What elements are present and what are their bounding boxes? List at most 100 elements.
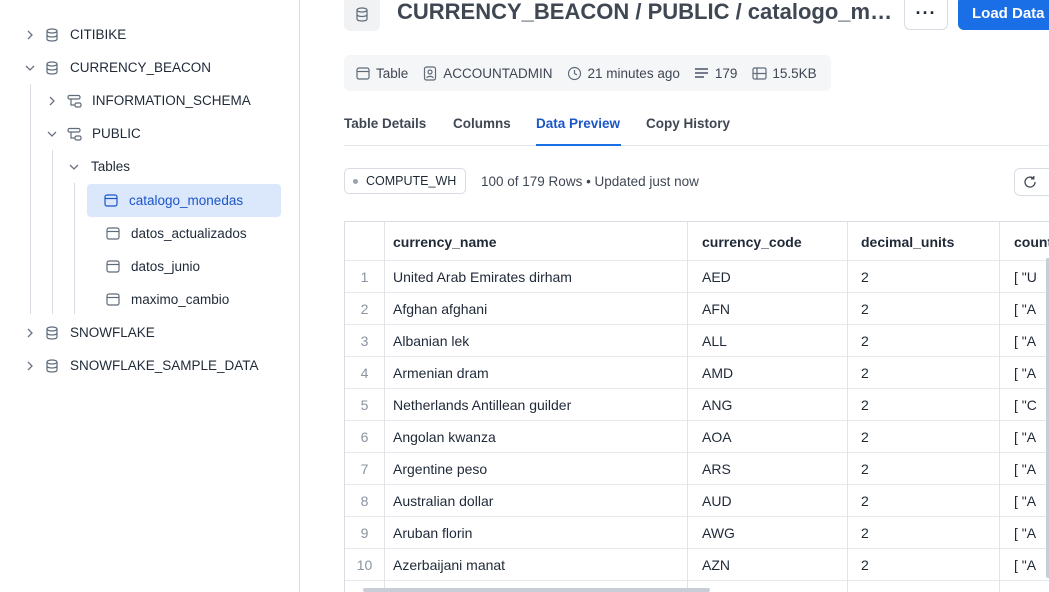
tree-item-catalogo-monedas[interactable]: catalogo_monedas	[87, 184, 281, 217]
cell-countries[interactable]: [ "A	[1014, 485, 1049, 517]
chevron-right-icon[interactable]	[24, 29, 36, 41]
cell-decimal-units[interactable]: 2	[861, 261, 996, 293]
cell-currency-name[interactable]: Aruban florin	[393, 517, 683, 549]
cell-currency-code[interactable]: ANG	[702, 389, 842, 421]
cell-decimal-units[interactable]: 2	[861, 485, 996, 517]
tab-bar: Table Details Columns Data Preview Copy …	[344, 106, 1049, 146]
cell-decimal-units[interactable]: 2	[861, 421, 996, 453]
table-row[interactable]: 7 Argentine peso ARS 2 [ "A	[345, 453, 1049, 485]
cell-currency-name[interactable]: Albanian lek	[393, 325, 683, 357]
cell-countries[interactable]: [ "U	[1014, 261, 1049, 293]
schema-icon	[66, 93, 82, 109]
cell-decimal-units[interactable]: 2	[861, 517, 996, 549]
cell-countries[interactable]: [ "A	[1014, 549, 1049, 581]
cell-currency-name[interactable]: Afghan afghani	[393, 293, 683, 325]
cell-currency-name[interactable]: Angolan kwanza	[393, 421, 683, 453]
table-row[interactable]: 10 Azerbaijani manat AZN 2 [ "A	[345, 549, 1049, 581]
chevron-down-icon[interactable]	[24, 62, 36, 74]
chevron-down-icon[interactable]	[46, 128, 58, 140]
row-number[interactable]: 2	[345, 293, 384, 325]
cell-currency-name[interactable]: Australian dollar	[393, 485, 683, 517]
chevron-right-icon[interactable]	[24, 360, 36, 372]
row-number[interactable]: 10	[345, 549, 384, 581]
more-actions-button[interactable]: ···	[904, 0, 948, 30]
rows-info: 100 of 179 Rows • Updated just now	[481, 174, 699, 189]
tree-item-label: SNOWFLAKE_SAMPLE_DATA	[70, 358, 259, 373]
refresh-icon	[1023, 175, 1037, 189]
cell-currency-name[interactable]: Netherlands Antillean guilder	[393, 389, 683, 421]
cell-decimal-units[interactable]: 2	[861, 357, 996, 389]
tree-item-currency-beacon[interactable]: CURRENCY_BEACON	[24, 51, 211, 84]
cell-countries[interactable]: [ "C	[1014, 389, 1049, 421]
refresh-button[interactable]	[1014, 168, 1049, 196]
cell-decimal-units[interactable]: 2	[861, 389, 996, 421]
cell-currency-code[interactable]: AZN	[702, 549, 842, 581]
row-number[interactable]: 1	[345, 261, 384, 293]
cell-decimal-units[interactable]: 2	[861, 325, 996, 357]
tree-item-datos-junio[interactable]: datos_junio	[97, 250, 200, 283]
cell-countries[interactable]: [ "A	[1014, 293, 1049, 325]
tree-item-tables-folder[interactable]: Tables	[68, 150, 130, 183]
table-row[interactable]: 3 Albanian lek ALL 2 [ "A	[345, 325, 1049, 357]
table-row[interactable]: 6 Angolan kwanza AOA 2 [ "A	[345, 421, 1049, 453]
tree-item-information-schema[interactable]: INFORMATION_SCHEMA	[46, 84, 251, 117]
table-row[interactable]: 5 Netherlands Antillean guilder ANG 2 [ "C	[345, 389, 1049, 421]
row-number[interactable]: 7	[345, 453, 384, 485]
cell-countries[interactable]: [ "A	[1014, 357, 1049, 389]
cell-countries[interactable]: [ "A	[1014, 517, 1049, 549]
tab-table-details[interactable]: Table Details	[344, 116, 426, 131]
cell-countries[interactable]: [ "A	[1014, 421, 1049, 453]
cell-countries[interactable]: [ "A	[1014, 325, 1049, 357]
cell-currency-code[interactable]: AMD	[702, 357, 842, 389]
column-header-decimal-units[interactable]: decimal_units	[861, 226, 996, 258]
tree-item-citibike[interactable]: CITIBIKE	[24, 18, 126, 51]
chevron-right-icon[interactable]	[46, 95, 58, 107]
cell-currency-name[interactable]: Azerbaijani manat	[393, 549, 683, 581]
database-icon	[344, 0, 380, 31]
row-number[interactable]: 3	[345, 325, 384, 357]
row-number[interactable]: 9	[345, 517, 384, 549]
chevron-down-icon[interactable]	[68, 161, 80, 173]
cell-countries[interactable]: [ "A	[1014, 453, 1049, 485]
row-number[interactable]: 8	[345, 485, 384, 517]
tree-item-snowflake-sample-data[interactable]: SNOWFLAKE_SAMPLE_DATA	[24, 349, 259, 382]
horizontal-scrollbar[interactable]	[363, 588, 710, 592]
tree-item-datos-actualizados[interactable]: datos_actualizados	[97, 217, 247, 250]
cell-decimal-units[interactable]: 2	[861, 549, 996, 581]
column-header-currency-name[interactable]: currency_name	[393, 226, 683, 258]
warehouse-selector[interactable]: COMPUTE_WH	[344, 168, 467, 194]
table-row[interactable]: 9 Aruban florin AWG 2 [ "A	[345, 517, 1049, 549]
column-header-currency-code[interactable]: currency_code	[702, 226, 842, 258]
tree-item-label: Tables	[91, 159, 131, 174]
cell-currency-code[interactable]: AWG	[702, 517, 842, 549]
tab-columns[interactable]: Columns	[453, 116, 511, 131]
table-row[interactable]: 8 Australian dollar AUD 2 [ "A	[345, 485, 1049, 517]
cell-currency-name[interactable]: United Arab Emirates dirham	[393, 261, 683, 293]
user-badge-icon	[422, 65, 438, 81]
column-header-countries[interactable]: countries	[1014, 226, 1049, 258]
tree-item-maximo-cambio[interactable]: maximo_cambio	[97, 283, 229, 316]
tree-item-snowflake[interactable]: SNOWFLAKE	[24, 316, 155, 349]
cell-currency-code[interactable]: AED	[702, 261, 842, 293]
tab-data-preview[interactable]: Data Preview	[536, 116, 620, 131]
table-row[interactable]: 4 Armenian dram AMD 2 [ "A	[345, 357, 1049, 389]
cell-currency-code[interactable]: AOA	[702, 421, 842, 453]
table-row[interactable]: 1 United Arab Emirates dirham AED 2 [ "U	[345, 261, 1049, 293]
load-data-button[interactable]: Load Data	[958, 0, 1049, 30]
tree-item-label: PUBLIC	[92, 126, 141, 141]
cell-currency-code[interactable]: ARS	[702, 453, 842, 485]
table-row[interactable]: 2 Afghan afghani AFN 2 [ "A	[345, 293, 1049, 325]
cell-decimal-units[interactable]: 2	[861, 293, 996, 325]
cell-currency-code[interactable]: ALL	[702, 325, 842, 357]
tab-copy-history[interactable]: Copy History	[646, 116, 730, 131]
chevron-right-icon[interactable]	[24, 327, 36, 339]
cell-currency-name[interactable]: Armenian dram	[393, 357, 683, 389]
tree-item-public[interactable]: PUBLIC	[46, 117, 141, 150]
cell-currency-code[interactable]: AFN	[702, 293, 842, 325]
row-number[interactable]: 5	[345, 389, 384, 421]
cell-currency-name[interactable]: Argentine peso	[393, 453, 683, 485]
row-number[interactable]: 6	[345, 421, 384, 453]
cell-currency-code[interactable]: AUD	[702, 485, 842, 517]
cell-decimal-units[interactable]: 2	[861, 453, 996, 485]
row-number[interactable]: 4	[345, 357, 384, 389]
